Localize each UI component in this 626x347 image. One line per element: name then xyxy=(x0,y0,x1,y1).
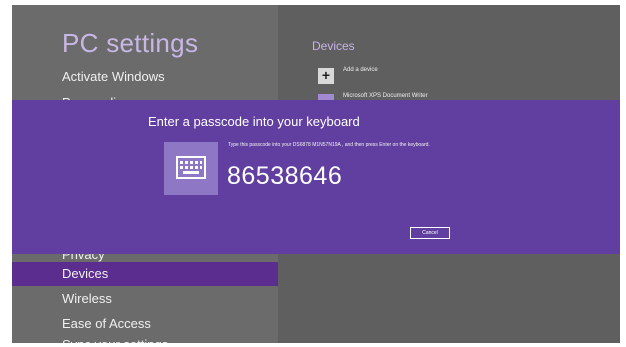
device-name[interactable]: Microsoft XPS Document Writer xyxy=(343,93,428,99)
nav-item-wireless[interactable]: Wireless xyxy=(62,291,112,306)
nav-item-activate-windows[interactable]: Activate Windows xyxy=(62,69,165,84)
add-device-plus-icon[interactable]: + xyxy=(318,68,334,84)
pc-settings-screen: PC settings Activate Windows Personalize… xyxy=(12,5,620,343)
nav-item-sync-settings[interactable]: Sync your settings xyxy=(62,338,168,343)
add-device-link[interactable]: Add a device xyxy=(343,67,378,73)
nav-item-devices-label: Devices xyxy=(62,266,109,281)
keyboard-icon xyxy=(176,156,206,179)
devices-section-title: Devices xyxy=(312,39,355,53)
nav-item-ease-of-access[interactable]: Ease of Access xyxy=(62,316,151,331)
dialog-instruction: Type this passcode into your DS6878 M1N5… xyxy=(228,142,430,148)
passcode-value: 86538646 xyxy=(227,162,343,190)
dialog-title: Enter a passcode into your keyboard xyxy=(148,114,360,129)
page-title: PC settings xyxy=(62,28,199,58)
keyboard-icon-tile xyxy=(164,142,218,195)
nav-item-devices-selected[interactable]: Devices xyxy=(12,262,278,286)
passcode-dialog: Enter a passcode into your keyboard Type… xyxy=(12,100,620,254)
cancel-button[interactable]: Cancel xyxy=(410,227,450,239)
